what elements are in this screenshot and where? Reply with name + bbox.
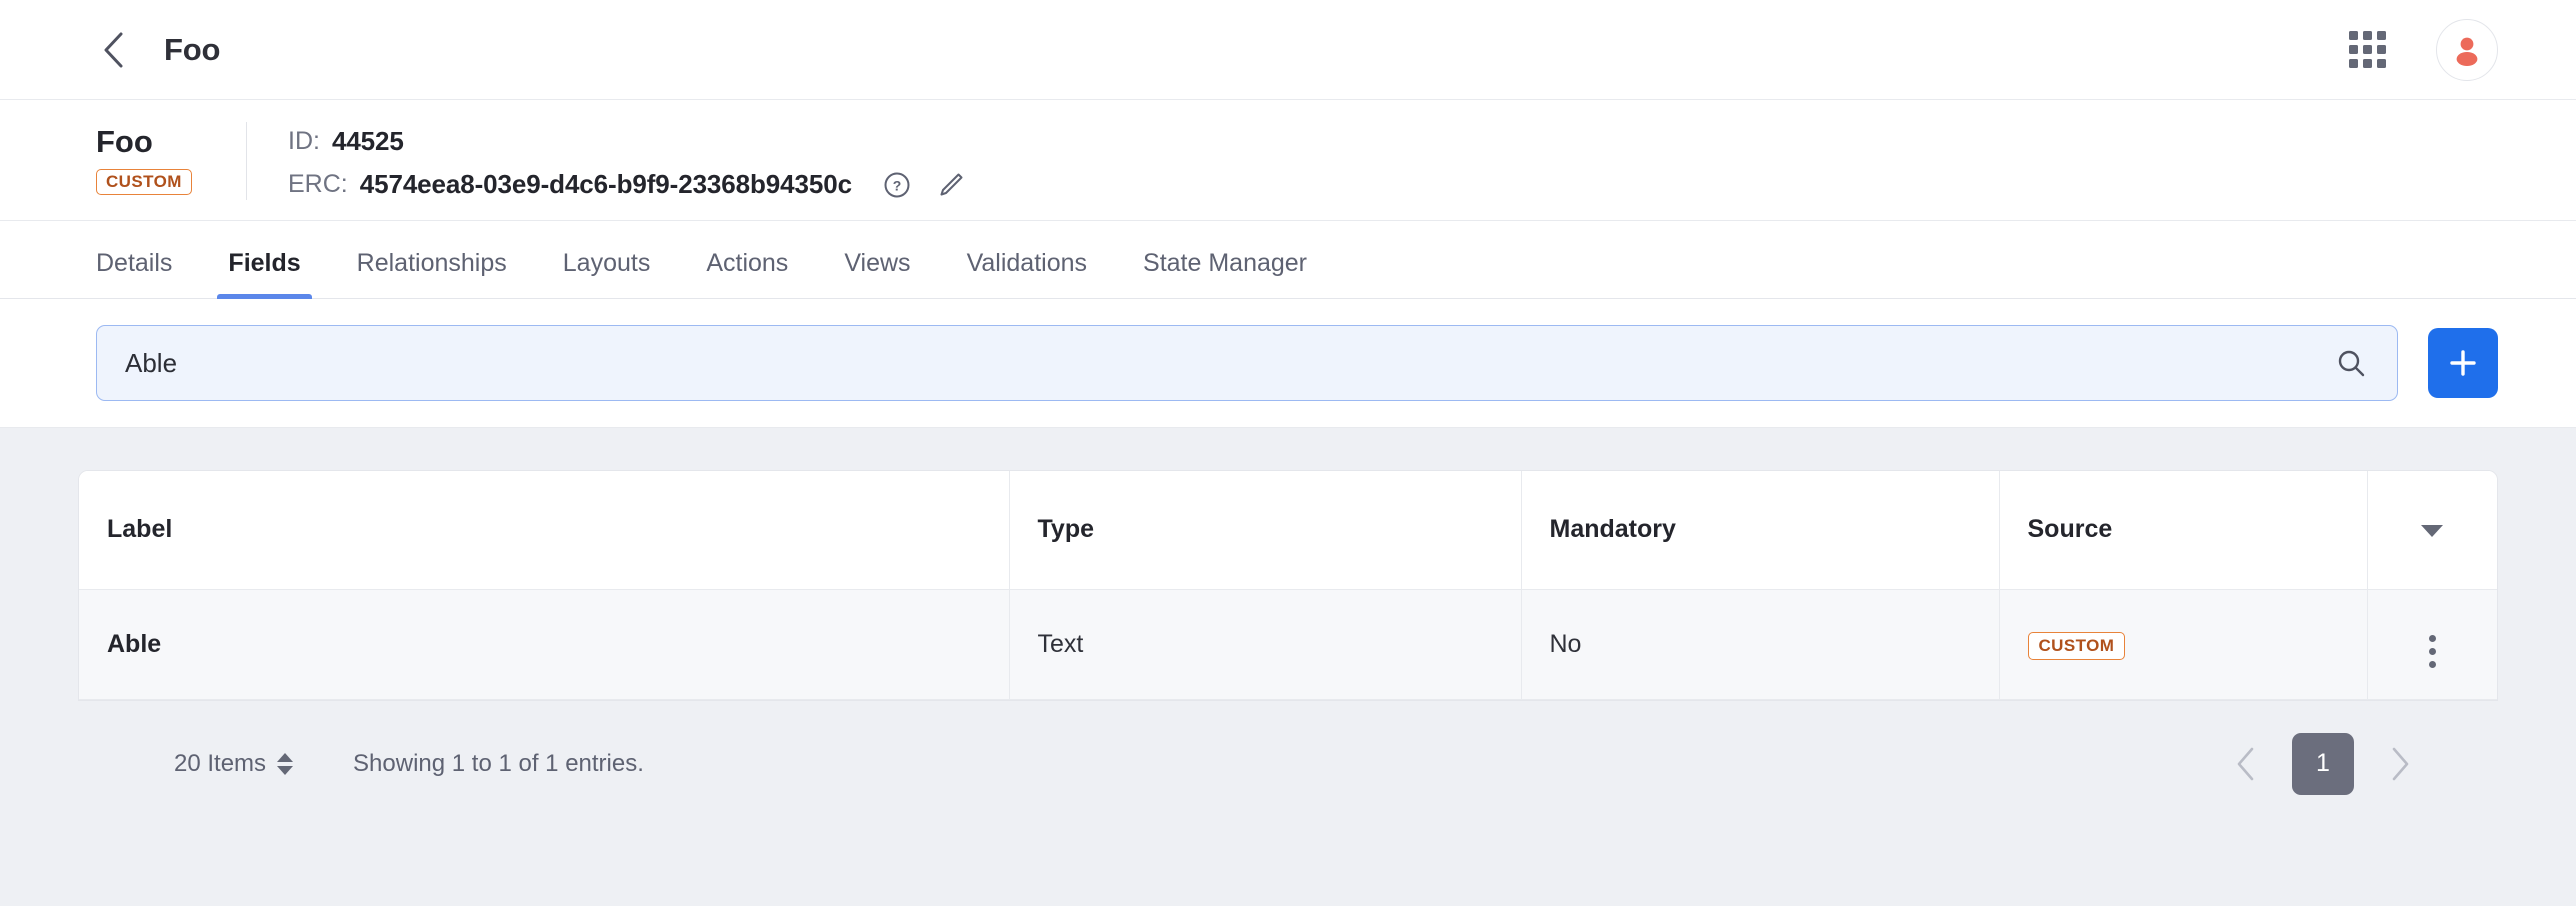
grid-cell bbox=[2363, 31, 2372, 40]
cell-mandatory: No bbox=[1521, 589, 2000, 700]
user-avatar-icon[interactable] bbox=[2436, 18, 2498, 81]
back-chevron-icon[interactable] bbox=[96, 32, 130, 67]
search-toolbar bbox=[0, 299, 2576, 428]
table-footer: 20 Items Showing 1 to 1 of 1 entries. 1 bbox=[78, 700, 2498, 795]
entity-id-value: 44525 bbox=[331, 126, 404, 156]
status-badge: CUSTOM bbox=[2027, 631, 2126, 660]
grid-cell bbox=[2363, 59, 2372, 68]
fields-table-card: Label Type Mandatory Source Able Text No… bbox=[78, 470, 2498, 701]
column-header-source[interactable]: Source bbox=[1999, 471, 2368, 590]
showing-entries-text: Showing 1 to 1 of 1 entries. bbox=[353, 749, 644, 777]
kebab-dot bbox=[2428, 648, 2436, 655]
column-header-menu bbox=[2367, 471, 2497, 590]
entity-id-row: ID: 44525 bbox=[288, 126, 966, 157]
grid-cell bbox=[2349, 59, 2358, 68]
kebab-dot bbox=[2428, 661, 2436, 668]
cell-type: Text bbox=[1009, 589, 1522, 700]
entity-erc-row: ERC: 4574eea8-03e9-d4c6-b9f9-23368b94350… bbox=[288, 169, 966, 200]
tab-views[interactable]: Views bbox=[844, 251, 910, 298]
entity-erc-label: ERC: bbox=[288, 170, 348, 198]
caret-down-icon bbox=[277, 765, 294, 775]
pagination-prev-button[interactable] bbox=[2226, 744, 2266, 784]
fields-table: Label Type Mandatory Source Able Text No… bbox=[79, 471, 2497, 700]
grid-cell bbox=[2349, 31, 2358, 40]
tab-details[interactable]: Details bbox=[96, 251, 172, 298]
page-title: Foo bbox=[164, 31, 221, 67]
cell-source: CUSTOM bbox=[1999, 589, 2368, 700]
tab-layouts[interactable]: Layouts bbox=[563, 251, 651, 298]
search-box[interactable] bbox=[96, 325, 2398, 401]
stepper-arrows-icon[interactable] bbox=[277, 752, 294, 775]
entity-identity-bar: Foo CUSTOM ID: 44525 ERC: 4574eea8-03e9-… bbox=[0, 100, 2576, 221]
top-bar-left: Foo bbox=[96, 32, 220, 68]
entity-erc-actions: ? bbox=[882, 170, 966, 200]
items-per-page-selector[interactable]: 20 Items bbox=[174, 749, 294, 778]
table-header-row: Label Type Mandatory Source bbox=[79, 471, 2497, 590]
grid-cell bbox=[2363, 45, 2372, 54]
grid-cell bbox=[2377, 31, 2386, 40]
grid-apps-icon[interactable] bbox=[2349, 31, 2386, 68]
entity-tabs: Details Fields Relationships Layouts Act… bbox=[0, 221, 2576, 299]
entity-meta-fields: ID: 44525 ERC: 4574eea8-03e9-d4c6-b9f9-2… bbox=[288, 122, 966, 200]
kebab-dot bbox=[2428, 635, 2436, 642]
search-input[interactable] bbox=[125, 347, 2335, 379]
top-bar: Foo bbox=[0, 0, 2576, 100]
question-circle-icon[interactable]: ? bbox=[882, 170, 912, 200]
plus-icon bbox=[2450, 350, 2476, 376]
tab-fields[interactable]: Fields bbox=[217, 251, 312, 299]
entity-erc-value: 4574eea8-03e9-d4c6-b9f9-23368b94350c bbox=[359, 169, 852, 199]
column-header-label[interactable]: Label bbox=[79, 471, 1010, 590]
pencil-edit-icon[interactable] bbox=[936, 170, 966, 200]
grid-cell bbox=[2377, 45, 2386, 54]
top-bar-right bbox=[2349, 18, 2498, 81]
cell-label: Able bbox=[79, 589, 1010, 700]
table-header: Label Type Mandatory Source bbox=[79, 471, 2497, 590]
caret-up-icon bbox=[277, 752, 294, 762]
entity-name-column: Foo CUSTOM bbox=[96, 122, 246, 195]
table-body: Able Text No CUSTOM bbox=[79, 589, 2497, 700]
cell-row-menu bbox=[2367, 589, 2497, 700]
content-area: Label Type Mandatory Source Able Text No… bbox=[0, 428, 2576, 896]
kebab-menu-icon[interactable] bbox=[2428, 635, 2436, 668]
svg-text:?: ? bbox=[893, 177, 902, 193]
pagination: 1 bbox=[2226, 732, 2420, 795]
add-field-button[interactable] bbox=[2428, 328, 2498, 398]
tab-actions[interactable]: Actions bbox=[706, 251, 788, 298]
entity-source-badge: CUSTOM bbox=[96, 169, 192, 195]
entity-name: Foo bbox=[96, 124, 153, 159]
grid-cell bbox=[2349, 45, 2358, 54]
items-per-page-label: 20 Items bbox=[174, 749, 267, 777]
caret-down-icon[interactable] bbox=[2421, 525, 2444, 538]
pagination-next-button[interactable] bbox=[2380, 744, 2420, 784]
grid-cell bbox=[2377, 59, 2386, 68]
search-magnifier-icon[interactable] bbox=[2335, 347, 2367, 379]
pagination-page-1[interactable]: 1 bbox=[2292, 732, 2354, 795]
tab-validations[interactable]: Validations bbox=[967, 251, 1087, 298]
tab-relationships[interactable]: Relationships bbox=[357, 251, 507, 298]
column-header-type[interactable]: Type bbox=[1009, 471, 1522, 590]
tab-state-manager[interactable]: State Manager bbox=[1143, 251, 1307, 298]
entity-id-label: ID: bbox=[288, 127, 320, 155]
vertical-divider bbox=[246, 122, 247, 200]
column-header-mandatory[interactable]: Mandatory bbox=[1521, 471, 2000, 590]
table-row[interactable]: Able Text No CUSTOM bbox=[79, 589, 2497, 700]
